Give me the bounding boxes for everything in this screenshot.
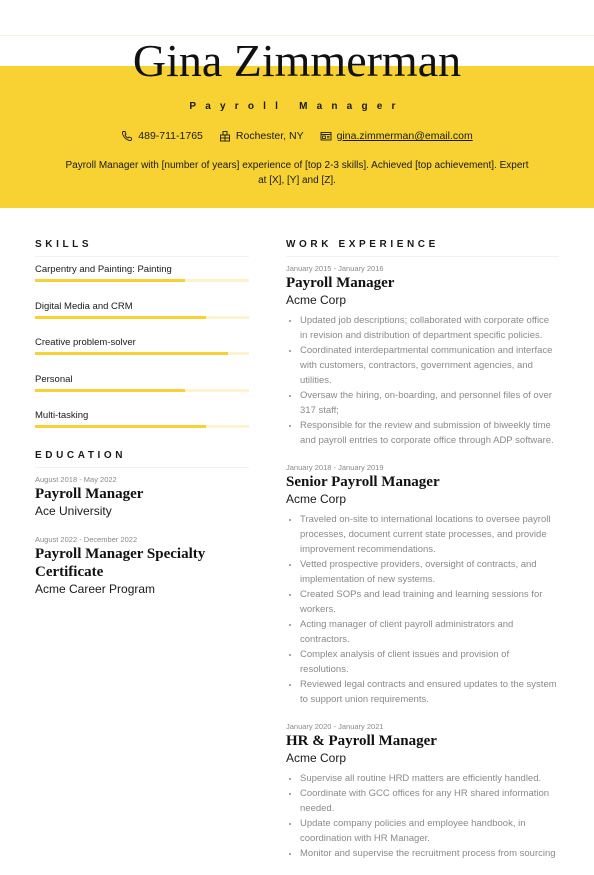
job-bullet: Vetted prospective providers, oversight … (300, 557, 559, 587)
skill-level-bar (35, 352, 249, 355)
job-bullet: Coordinated interdepartmental communicat… (300, 343, 559, 388)
skill-level-fill (35, 388, 185, 392)
job-bullet: Complex analysis of client issues and pr… (300, 647, 559, 677)
job-bullet: Update company policies and employee han… (300, 816, 559, 846)
job-bullet: Responsible for the review and submissio… (300, 418, 559, 448)
skill-level-fill (35, 425, 207, 428)
job-bullets: Traveled on-site to international locati… (286, 512, 559, 707)
skill-item: Personal (35, 373, 249, 410)
job-dates: January 2015 - January 2016 (286, 264, 384, 273)
skill-level-bar (35, 388, 249, 392)
job-bullets: Updated job descriptions; collaborated w… (286, 313, 559, 448)
skill-name: Digital Media and CRM (35, 300, 133, 312)
job-title: HR & Payroll Manager (286, 733, 437, 749)
education-entry: August 2022 - December 2022 Payroll Manag… (35, 534, 249, 598)
contact-row: 489-711-1765 Rochester, NY gina.zimmerma… (0, 130, 594, 142)
skill-level-bar (35, 425, 249, 428)
job-entry: January 2015 - January 2016 Payroll Manag… (286, 263, 559, 448)
job-dates: January 2018 - January 2019 (286, 463, 384, 472)
building-icon (219, 131, 230, 142)
education-dates: August 2022 - December 2022 (35, 534, 138, 544)
job-bullet: Monitor and supervise the recruitment pr… (300, 846, 559, 861)
right-column: WORK EXPERIENCE January 2015 - January 2… (286, 239, 559, 875)
job-bullet: Coordinate with GCC offices for any HR s… (300, 786, 559, 816)
job-bullet: Traveled on-site to international locati… (300, 512, 559, 557)
contact-phone: 489-711-1765 (121, 130, 203, 142)
job-title: Payroll Manager (286, 275, 395, 291)
skill-item: Carpentry and Painting: Painting (35, 263, 249, 300)
education-section: EDUCATION August 2018 - May 2022 Payroll … (35, 450, 249, 598)
job-company: Acme Corp (286, 492, 347, 506)
skill-name: Carpentry and Painting: Painting (35, 264, 172, 275)
job-bullet: Updated job descriptions; collaborated w… (300, 313, 559, 343)
job-company: Acme Corp (286, 293, 347, 307)
skill-level-bar (35, 279, 249, 282)
email-link[interactable]: gina.zimmerman@email.com (337, 130, 473, 142)
job-dates: January 2020 - January 2021 (286, 722, 384, 731)
skill-name: Multi-tasking (35, 410, 89, 421)
education-heading: EDUCATION (35, 450, 249, 468)
job-bullet: Oversaw the hiring, on-boarding, and per… (300, 388, 559, 418)
job-bullet: Created SOPs and lead training and learn… (300, 587, 559, 617)
experience-list: January 2015 - January 2016 Payroll Manag… (286, 263, 559, 861)
education-school: Acme Career Program (35, 581, 156, 596)
left-column: SKILLS Carpentry and Painting: Painting D… (35, 239, 249, 612)
phone-number: 489-711-1765 (138, 130, 203, 142)
experience-heading: WORK EXPERIENCE (286, 239, 559, 257)
education-degree: Payroll Manager (35, 485, 144, 502)
contact-location: Rochester, NY (219, 130, 304, 142)
skills-heading: SKILLS (35, 239, 249, 257)
skill-level-bar (35, 315, 249, 319)
job-title: Senior Payroll Manager (286, 474, 440, 490)
candidate-name: Gina Zimmerman (132, 35, 462, 86)
job-bullet: Acting manager of client payroll adminis… (300, 617, 559, 647)
location-text: Rochester, NY (235, 130, 304, 142)
job-bullet: Supervise all routine HRD matters are ef… (300, 771, 559, 786)
candidate-role: Payroll Manager (189, 101, 405, 112)
education-list: August 2018 - May 2022 Payroll Manager Ace… (35, 474, 249, 598)
skill-item: Digital Media and CRM (35, 300, 249, 337)
skill-name: Personal (35, 373, 73, 385)
skill-level-fill (35, 279, 185, 282)
id-card-icon (320, 132, 332, 141)
education-entry: August 2018 - May 2022 Payroll Manager Ace… (35, 474, 249, 520)
skill-name: Creative problem-solver (35, 337, 136, 348)
education-degree: Payroll Manager Specialty Certificate (35, 545, 206, 580)
job-entry: January 2020 - January 2021 HR & Payroll … (286, 721, 559, 861)
contact-email: gina.zimmerman@email.com (320, 130, 473, 142)
education-school: Ace University (35, 503, 112, 518)
job-company: Acme Corp (286, 751, 347, 765)
phone-icon (122, 131, 133, 141)
skill-item: Multi-tasking (35, 409, 249, 446)
skill-item: Creative problem-solver (35, 336, 249, 373)
job-entry: January 2018 - January 2019 Senior Payrol… (286, 462, 559, 707)
profile-summary: Payroll Manager with [number of years] e… (65, 160, 529, 186)
education-dates: August 2018 - May 2022 (35, 474, 117, 484)
job-bullet: Reviewed legal contracts and ensured upd… (300, 677, 559, 707)
skill-level-fill (35, 315, 207, 319)
skills-list: Carpentry and Painting: Painting Digital … (35, 263, 249, 446)
job-bullets: Supervise all routine HRD matters are ef… (286, 771, 559, 861)
skill-level-fill (35, 352, 228, 355)
